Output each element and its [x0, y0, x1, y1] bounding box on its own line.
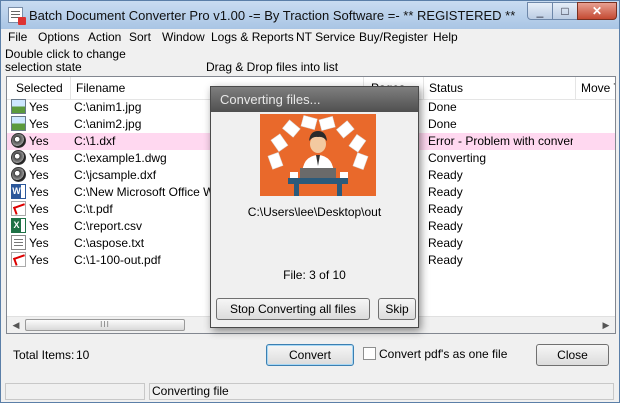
minimize-button[interactable]: _	[527, 2, 553, 20]
scroll-right-icon[interactable]: ▶	[599, 319, 613, 332]
cell-selected[interactable]: Yes	[29, 134, 67, 148]
close-button[interactable]: Close	[536, 344, 609, 366]
menu-buy-register[interactable]: Buy/Register	[359, 30, 428, 44]
progress-text: File: 3 of 10	[283, 268, 346, 282]
cell-selected[interactable]: Yes	[29, 100, 67, 114]
text-file-icon	[11, 235, 26, 250]
stop-converting-button[interactable]: Stop Converting all files	[216, 298, 370, 320]
cell-filename: C:\report.csv	[74, 219, 143, 233]
word-file-icon	[11, 184, 26, 199]
window-title: Batch Document Converter Pro v1.00 -= By…	[29, 8, 516, 23]
col-divider[interactable]	[575, 77, 576, 99]
total-items-value: 10	[76, 348, 90, 362]
cell-status: Ready	[428, 253, 463, 267]
convert-button[interactable]: Convert	[266, 344, 354, 366]
cell-selected[interactable]: Yes	[29, 253, 67, 267]
convert-pdfs-label[interactable]: Convert pdf's as one file	[379, 347, 507, 361]
cell-status: Ready	[428, 219, 463, 233]
menu-options[interactable]: Options	[38, 30, 79, 44]
image-file-icon	[11, 99, 26, 114]
cell-selected[interactable]: Yes	[29, 168, 67, 182]
cell-selected[interactable]: Yes	[29, 151, 67, 165]
col-status[interactable]: Status	[429, 81, 463, 95]
cell-filename: C:\t.pdf	[74, 202, 113, 216]
cad-file-icon	[11, 133, 26, 148]
cell-filename: C:\anim2.jpg	[74, 117, 142, 131]
converting-dialog: Converting files... C:\Users\lee\Desktop…	[210, 86, 419, 328]
convert-pdfs-checkbox[interactable]	[363, 347, 376, 360]
converting-illustration	[260, 114, 376, 196]
col-filename[interactable]: Filename	[76, 81, 125, 95]
col-divider[interactable]	[70, 77, 71, 99]
cell-selected[interactable]: Yes	[29, 117, 67, 131]
cell-selected[interactable]: Yes	[29, 219, 67, 233]
output-path: C:\Users\lee\Desktop\out	[247, 205, 382, 219]
cell-status: Ready	[428, 236, 463, 250]
col-move-to[interactable]: Move T	[581, 81, 615, 95]
cell-filename: C:\example1.dwg	[74, 151, 167, 165]
cell-selected[interactable]: Yes	[29, 236, 67, 250]
menu-bar: File Options Action Sort Window Logs & R…	[1, 29, 619, 46]
menu-file[interactable]: File	[8, 30, 27, 44]
cell-selected[interactable]: Yes	[29, 185, 67, 199]
total-items-label: Total Items:	[13, 348, 75, 362]
menu-logs-reports[interactable]: Logs & Reports	[211, 30, 294, 44]
main-window: Batch Document Converter Pro v1.00 -= By…	[0, 0, 620, 403]
pdf-file-icon	[11, 201, 26, 216]
drag-drop-hint: Drag & Drop files into list	[206, 60, 339, 74]
cell-status: Ready	[428, 168, 463, 182]
dialog-title[interactable]: Converting files...	[211, 87, 418, 112]
status-panel-left	[5, 383, 145, 400]
cell-selected[interactable]: Yes	[29, 202, 67, 216]
cell-filename: C:\New Microsoft Office Wor	[74, 185, 214, 199]
maximize-button[interactable]: □	[552, 2, 578, 20]
title-bar[interactable]: Batch Document Converter Pro v1.00 -= By…	[1, 1, 619, 30]
document-swirl-illustration	[267, 115, 369, 196]
cell-filename: C:\1.dxf	[74, 134, 116, 148]
scroll-left-icon[interactable]: ◀	[9, 319, 23, 332]
double-click-hint: Double click to change	[5, 47, 126, 61]
col-divider[interactable]	[423, 77, 424, 99]
pdf-file-icon	[11, 252, 26, 267]
scrollbar-thumb[interactable]: III	[25, 319, 185, 331]
status-bar: Converting file	[1, 381, 619, 402]
excel-file-icon	[11, 218, 26, 233]
cell-status: Error - Problem with conver...	[428, 134, 573, 148]
menu-nt-service[interactable]: NT Service	[296, 30, 355, 44]
cell-status: Ready	[428, 185, 463, 199]
app-icon	[8, 7, 26, 25]
image-file-icon	[11, 116, 26, 131]
cell-filename: C:\aspose.txt	[74, 236, 145, 250]
menu-sort[interactable]: Sort	[129, 30, 151, 44]
cell-status: Converting	[428, 151, 487, 165]
col-selected[interactable]: Selected	[16, 81, 63, 95]
cell-status: Done	[428, 100, 457, 114]
cell-filename: C:\jcsample.dxf	[74, 168, 157, 182]
menu-window[interactable]: Window	[162, 30, 205, 44]
skip-button[interactable]: Skip	[378, 298, 416, 320]
menu-action[interactable]: Action	[88, 30, 121, 44]
status-panel-message: Converting file	[149, 383, 614, 400]
cell-filename: C:\anim1.jpg	[74, 100, 142, 114]
cad-file-icon	[11, 167, 26, 182]
menu-help[interactable]: Help	[433, 30, 458, 44]
cell-status: Ready	[428, 202, 463, 216]
cad-file-icon	[11, 150, 26, 165]
cell-filename: C:\1-100-out.pdf	[74, 253, 161, 267]
cell-status: Done	[428, 117, 457, 131]
selection-state-hint: selection state	[5, 60, 82, 74]
close-window-button[interactable]: ✕	[577, 2, 617, 20]
